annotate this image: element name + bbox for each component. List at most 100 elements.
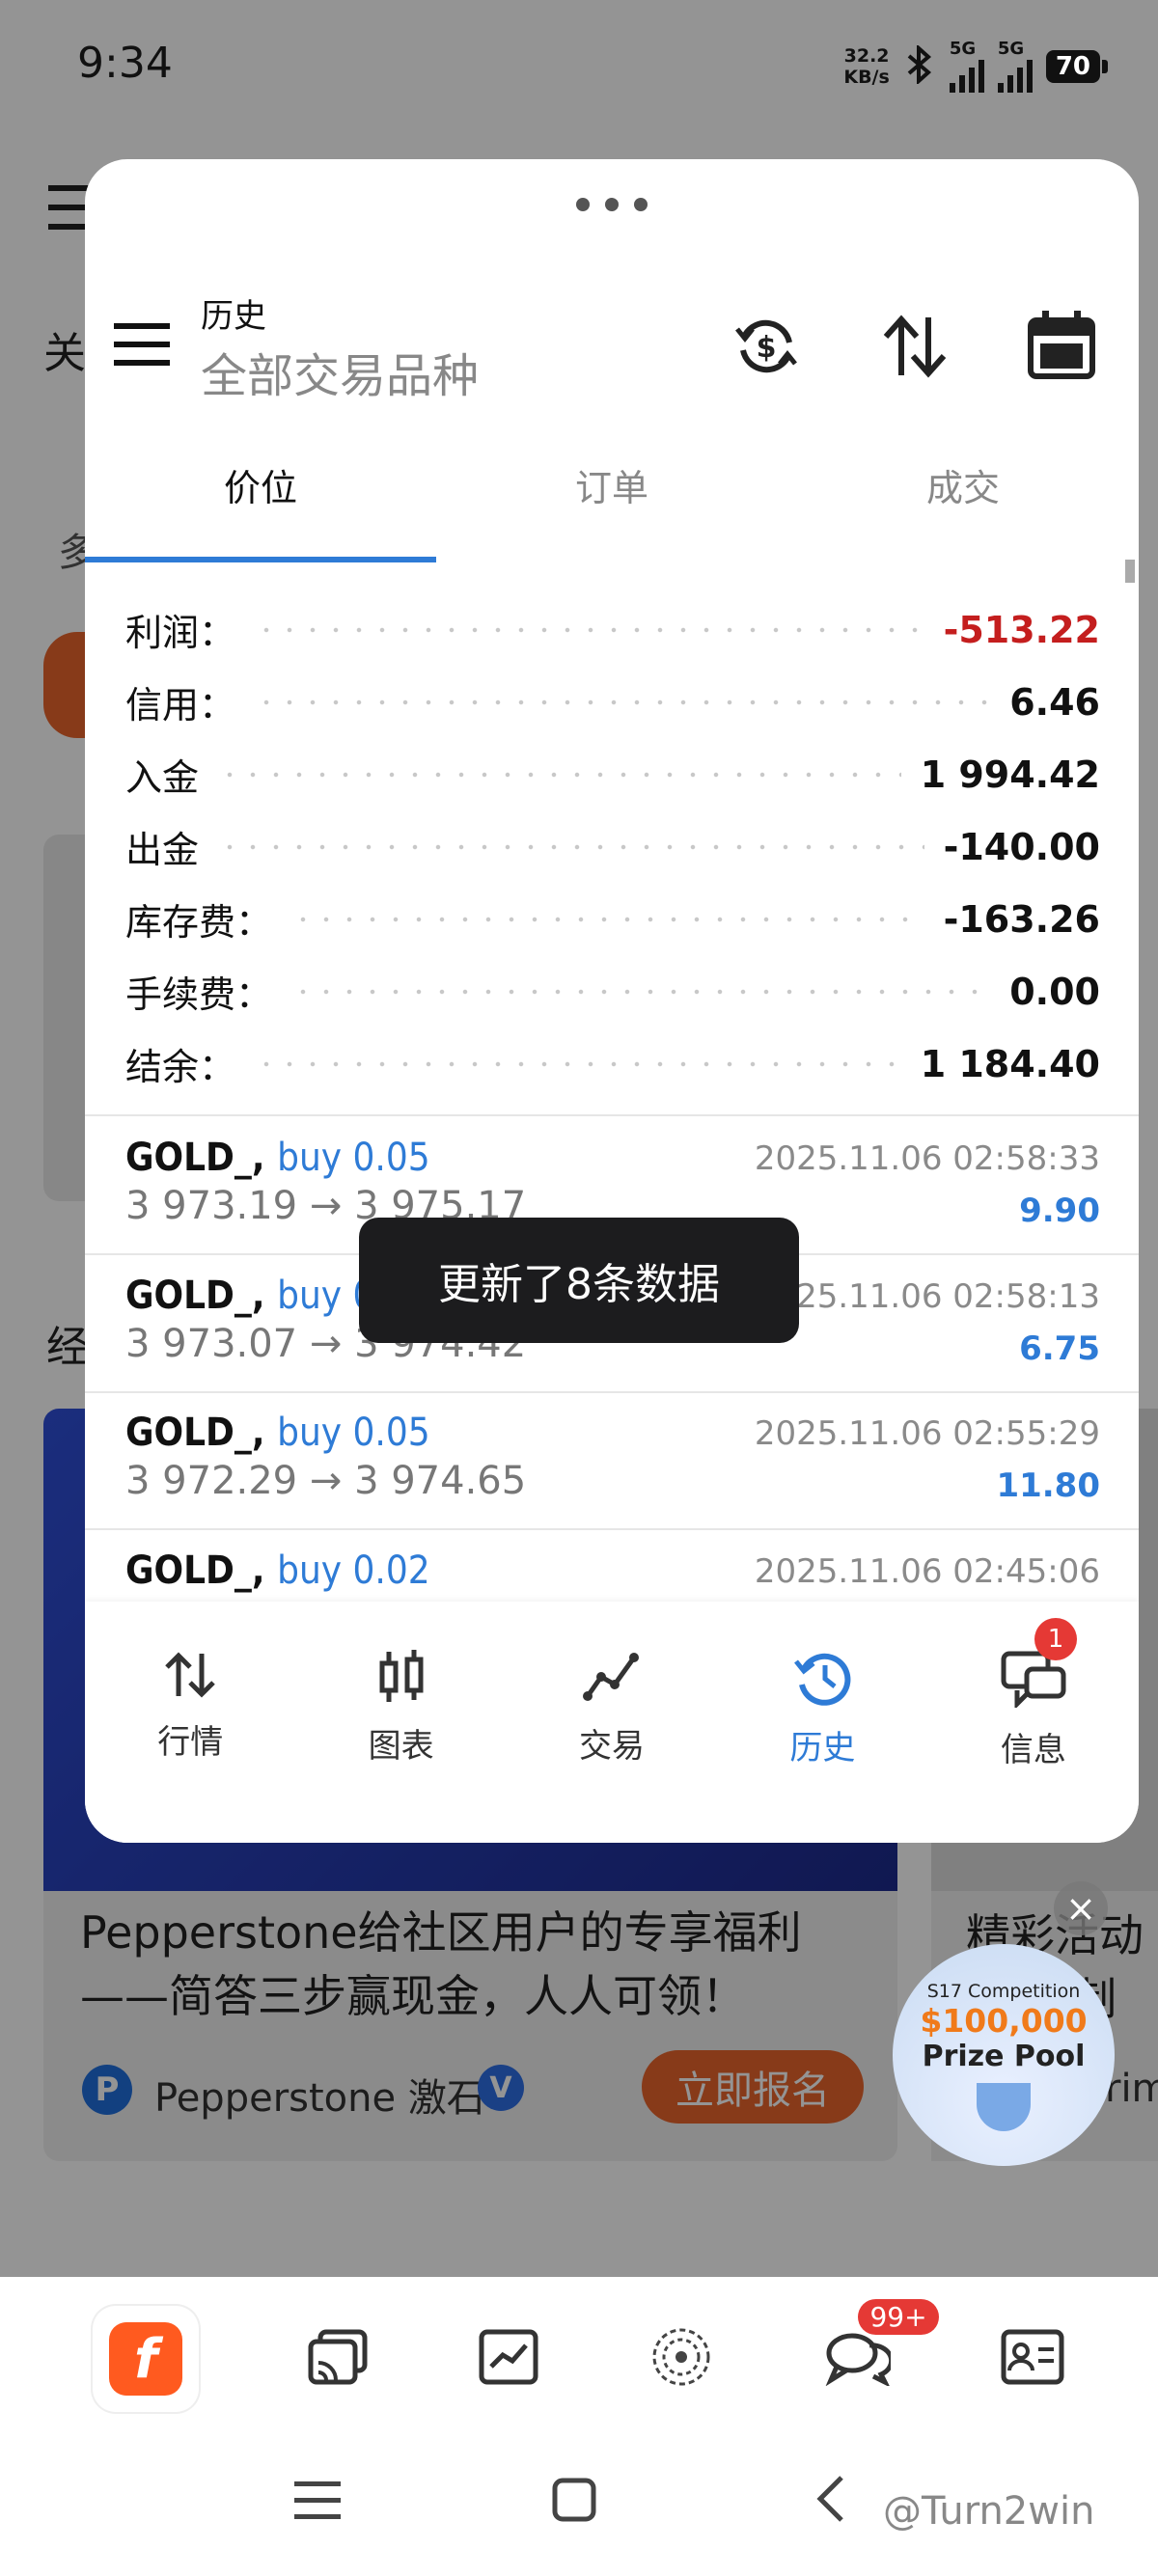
nav-trade[interactable]: 交易: [507, 1602, 717, 1843]
deal-profit: 9.90: [1019, 1192, 1100, 1230]
nav-label: 信息: [1000, 1731, 1066, 1769]
signal-1-label: 5G: [949, 39, 977, 59]
app-bottom-nav: f 99+: [0, 2277, 1158, 2441]
summary-row-deposit: 入金 1 994.42: [125, 738, 1100, 810]
trade-line-icon: [582, 1650, 642, 1708]
summary-row-withdrawal: 出金 -140.00: [125, 810, 1100, 883]
menu-icon[interactable]: [114, 323, 170, 370]
active-tab-indicator: [85, 557, 436, 562]
summary-label: 利润：: [125, 612, 236, 654]
sort-icon[interactable]: [880, 314, 950, 383]
status-time: 9:34: [77, 39, 173, 88]
deal-side: buy 0.02: [277, 1548, 430, 1593]
deal-side: buy 0.05: [277, 1136, 430, 1180]
updown-arrows-icon: [163, 1650, 217, 1704]
summary-value: -163.26: [943, 897, 1100, 941]
battery-icon: 70: [1045, 50, 1108, 83]
signal-bars-icon: [949, 58, 984, 93]
nav-chart[interactable]: 图表: [295, 1602, 506, 1843]
deal-side: buy 0.05: [277, 1411, 430, 1455]
status-icons: 32.2 KB/s 5G 5G 70: [843, 41, 1108, 93]
competition-prize: Prize Pool: [922, 2040, 1086, 2073]
calendar-icon[interactable]: [1027, 309, 1096, 384]
nav-label: 历史: [789, 1729, 856, 1768]
summary-value: 1 184.40: [920, 1042, 1100, 1085]
discover-icon[interactable]: [648, 2323, 715, 2395]
deal-prices: 3 972.29 → 3 974.65: [125, 1459, 527, 1503]
cast-icon[interactable]: [307, 2328, 369, 2390]
system-nav-bar: @Turn2win: [0, 2441, 1158, 2576]
profile-card-icon[interactable]: [1000, 2328, 1065, 2390]
history-popup: 历史 全部交易品种 $ 价位 订单 成交 利润： -513.22 信用： 6.4…: [85, 159, 1139, 1843]
nav-label: 交易: [579, 1727, 646, 1766]
deal-symbol: GOLD_,: [125, 1136, 265, 1180]
history-clock-icon: [792, 1650, 852, 1710]
signal-2: 5G: [997, 39, 1033, 93]
deal-symbol: GOLD_,: [125, 1274, 265, 1318]
page-title: 历史: [201, 297, 266, 336]
net-speed-unit: KB/s: [843, 67, 890, 88]
nav-label: 图表: [368, 1727, 434, 1766]
deal-row[interactable]: GOLD_, buy 0.05 3 972.29 → 3 974.65 2025…: [85, 1391, 1139, 1528]
app-home-icon[interactable]: f: [93, 2306, 200, 2412]
summary-label: 结余：: [125, 1046, 236, 1088]
summary-row-commission: 手续费： 0.00: [125, 955, 1100, 1028]
trophy-icon: [977, 2083, 1031, 2131]
summary-label: 出金: [125, 829, 200, 871]
symbol-filter[interactable]: 全部交易品种: [201, 338, 479, 405]
summary-row-balance: 结余： 1 184.40: [125, 1028, 1100, 1100]
tab-orders[interactable]: 订单: [436, 439, 787, 509]
net-speed: 32.2 KB/s: [843, 45, 889, 88]
deal-profit: 11.80: [996, 1466, 1100, 1505]
market-chart-icon[interactable]: [478, 2328, 539, 2390]
nav-quotes[interactable]: 行情: [85, 1602, 295, 1843]
summary-label: 手续费：: [125, 973, 273, 1016]
deal-time: 2025.11.06 02:45:06: [754, 1552, 1100, 1591]
summary-label: 入金: [125, 756, 200, 799]
summary-value: 1 994.42: [920, 753, 1100, 796]
tab-deals[interactable]: 成交: [787, 439, 1139, 509]
deal-time: 2025.11.06 02:58:13: [754, 1277, 1100, 1316]
summary-label: 库存费：: [125, 901, 273, 944]
update-toast: 更新了8条数据: [359, 1218, 799, 1343]
deal-time: 2025.11.06 02:55:29: [754, 1414, 1100, 1453]
deal-profit: 6.75: [1019, 1329, 1100, 1368]
messages-badge: 1: [1034, 1618, 1077, 1660]
signal-2-label: 5G: [997, 39, 1025, 59]
account-summary: 利润： -513.22 信用： 6.46 入金 1 994.42 出金 -140…: [125, 593, 1100, 1100]
chat-badge: 99+: [858, 2299, 939, 2335]
bluetooth-icon: [903, 43, 936, 88]
currency-refresh-icon[interactable]: $: [733, 314, 799, 383]
summary-label: 信用：: [125, 684, 236, 726]
summary-value: -513.22: [943, 608, 1100, 651]
scrollbar[interactable]: [1125, 560, 1135, 583]
summary-value: 0.00: [1009, 970, 1100, 1013]
deal-symbol: GOLD_,: [125, 1548, 265, 1593]
nav-messages[interactable]: 信息: [928, 1602, 1139, 1843]
deal-symbol: GOLD_,: [125, 1411, 265, 1455]
chat-icon[interactable]: 99+: [823, 2299, 939, 2390]
signal-bars-icon: [997, 58, 1033, 93]
competition-close-icon[interactable]: ×: [1054, 1881, 1108, 1935]
home-icon[interactable]: [552, 2478, 596, 2526]
watermark: @Turn2win: [883, 2489, 1095, 2534]
summary-row-swap: 库存费： -163.26: [125, 883, 1100, 955]
deal-time: 2025.11.06 02:58:33: [754, 1139, 1100, 1178]
competition-badge[interactable]: S17 Competition $100,000 Prize Pool: [893, 1944, 1115, 2166]
popup-bottom-nav: 行情 图表 交易 历史 信息: [85, 1602, 1139, 1843]
candlestick-icon: [374, 1650, 428, 1708]
tab-bar: 价位 订单 成交: [85, 439, 1139, 509]
battery-level: 70: [1045, 50, 1100, 83]
summary-value: 6.46: [1009, 680, 1100, 724]
signal-1: 5G: [949, 39, 984, 93]
tab-price[interactable]: 价位: [85, 439, 436, 509]
nav-label: 行情: [157, 1723, 224, 1762]
window-handle-icon[interactable]: [85, 198, 1139, 211]
nav-history[interactable]: 历史: [717, 1602, 927, 1843]
back-icon[interactable]: [813, 2474, 847, 2528]
summary-row-profit: 利润： -513.22: [125, 593, 1100, 666]
summary-value: -140.00: [943, 825, 1100, 868]
net-speed-value: 32.2: [843, 45, 890, 67]
recent-apps-icon[interactable]: [294, 2480, 341, 2526]
competition-label: S17 Competition: [926, 1981, 1081, 2002]
